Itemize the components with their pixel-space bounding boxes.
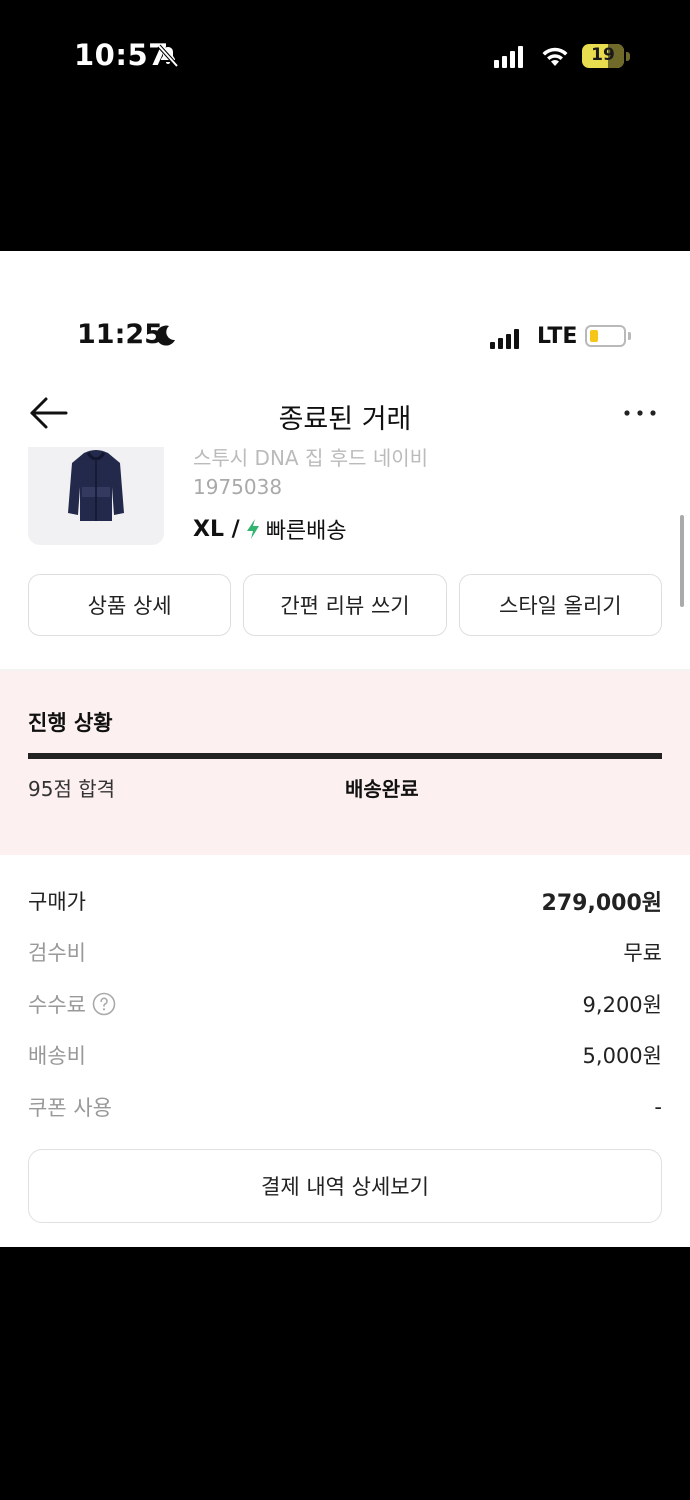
product-size: XL / xyxy=(193,516,240,542)
inner-status-time: 11:25 xyxy=(77,319,163,350)
network-type: LTE xyxy=(537,324,578,349)
price-label: 배송비 xyxy=(28,1044,86,1069)
hoodie-image xyxy=(68,450,124,521)
price-label: 수수료 xyxy=(28,992,86,1017)
cellular-signal-icon xyxy=(490,329,519,349)
product-card[interactable]: 스투시 DNA 집 후드 네이비 1975038 XL / 빠른배송 xyxy=(0,447,690,557)
inner-screenshot: 11:25 LTE 종료된 거래 스투시 DNA 집 후드 네이비 197503… xyxy=(0,251,690,1247)
progress-step-delivered: 배송완료 xyxy=(345,777,419,801)
price-value: 무료 xyxy=(623,941,662,966)
delivery-type: 빠른배송 xyxy=(265,519,347,544)
price-list: 구매가 279,000원 검수비 무료 수수료 9,200원 배송비 5,000… xyxy=(28,875,662,1133)
moon-icon xyxy=(156,325,175,346)
cellular-signal-icon xyxy=(494,46,523,68)
price-row-fee: 수수료 9,200원 xyxy=(28,978,662,1030)
price-label: 구매가 xyxy=(28,889,86,914)
lightning-bolt-icon xyxy=(246,519,259,539)
payment-detail-button[interactable]: 결제 내역 상세보기 xyxy=(28,1149,662,1223)
question-circle-icon[interactable] xyxy=(92,992,116,1016)
battery-icon: 19 xyxy=(582,44,630,68)
top-nav-bar: 종료된 거래 xyxy=(0,381,690,445)
wifi-icon xyxy=(542,47,568,66)
scrollbar[interactable] xyxy=(680,515,684,607)
product-name: 스투시 DNA 집 후드 네이비 xyxy=(193,447,429,470)
bell-slash-icon xyxy=(157,44,179,68)
page-title: 종료된 거래 xyxy=(278,404,412,435)
outer-status-time: 10:57 xyxy=(74,38,169,72)
action-button-row: 상품 상세 간편 리뷰 쓰기 스타일 올리기 xyxy=(28,574,662,636)
price-row-purchase: 구매가 279,000원 xyxy=(28,875,662,927)
progress-section: 진행 상황 95점 합격 배송완료 xyxy=(0,671,690,855)
progress-step-inspection: 95점 합격 xyxy=(28,777,116,801)
product-code: 1975038 xyxy=(193,475,283,499)
more-horizontal-icon[interactable] xyxy=(622,407,658,419)
product-detail-button[interactable]: 상품 상세 xyxy=(28,574,232,636)
price-label: 쿠폰 사용 xyxy=(28,1095,112,1120)
battery-level: 19 xyxy=(591,45,615,65)
write-review-button[interactable]: 간편 리뷰 쓰기 xyxy=(243,574,447,636)
price-label-with-help: 수수료 xyxy=(28,989,116,1019)
progress-bar xyxy=(28,753,662,759)
outer-status-bar: 10:57 19 xyxy=(0,0,690,110)
price-row-inspection: 검수비 무료 xyxy=(28,927,662,979)
price-value: 5,000원 xyxy=(582,1044,662,1069)
battery-cap xyxy=(626,52,630,61)
progress-title: 진행 상황 xyxy=(28,711,113,735)
price-value: 279,000원 xyxy=(541,890,662,916)
battery-fill xyxy=(590,330,598,342)
battery-icon xyxy=(585,325,631,347)
battery-cap xyxy=(628,332,631,340)
price-label: 검수비 xyxy=(28,941,86,966)
battery-body xyxy=(585,325,626,347)
price-row-shipping: 배송비 5,000원 xyxy=(28,1030,662,1082)
product-option: XL / 빠른배송 xyxy=(193,513,347,545)
price-row-coupon: 쿠폰 사용 - xyxy=(28,1081,662,1133)
price-value: - xyxy=(654,1094,662,1119)
price-value: 9,200원 xyxy=(582,992,662,1017)
product-thumbnail[interactable] xyxy=(28,447,164,545)
upload-style-button[interactable]: 스타일 올리기 xyxy=(458,574,662,636)
